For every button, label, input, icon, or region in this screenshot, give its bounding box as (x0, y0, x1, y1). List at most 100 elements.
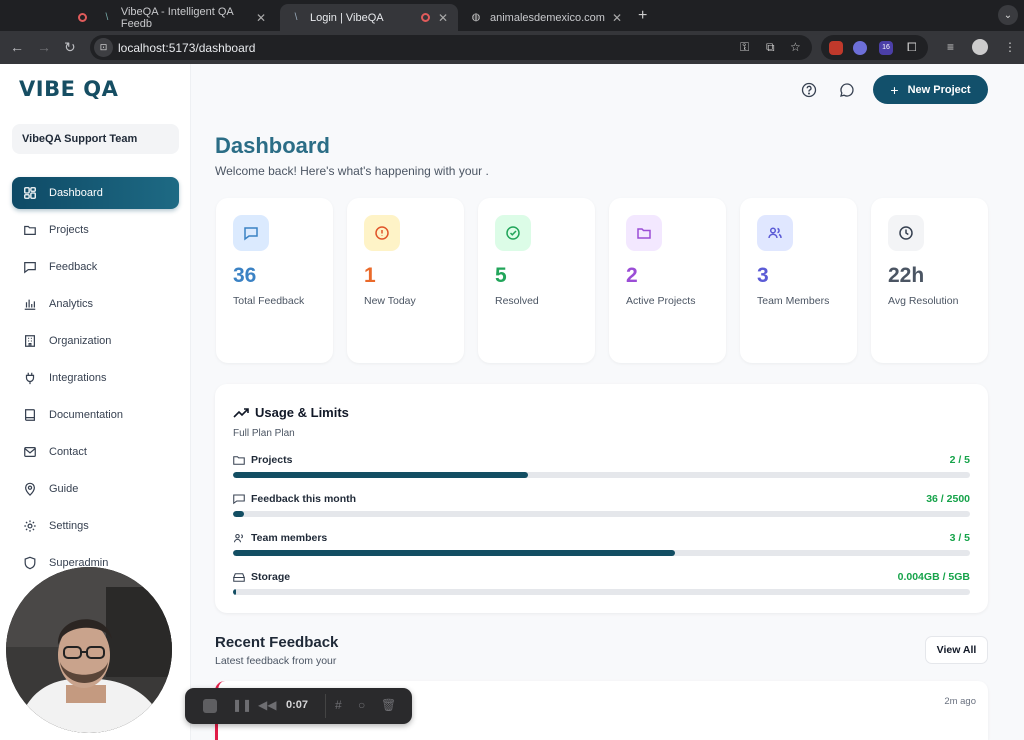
sidebar-item-projects[interactable]: Projects (12, 214, 179, 246)
team-selector[interactable]: VibeQA Support Team (12, 124, 179, 154)
trending-up-icon (233, 406, 249, 420)
new-tab-icon[interactable]: + (638, 7, 647, 25)
sidebar-item-dashboard[interactable]: Dashboard (12, 177, 179, 209)
browser-tab[interactable]: \ VibeQA - Intelligent QA Feedb ✕ (68, 4, 276, 31)
page-subtitle: Welcome back! Here's what's happening wi… (215, 164, 489, 178)
vibeqa-favicon-icon: \ (105, 12, 109, 23)
sidebar-item-label: Projects (49, 224, 89, 236)
usage-value: 3 / 5 (949, 532, 970, 544)
profile-avatar[interactable] (972, 39, 988, 55)
view-all-button[interactable]: View All (925, 636, 988, 664)
restart-icon[interactable]: ○ (358, 698, 365, 712)
close-tab-icon[interactable]: ✕ (438, 11, 448, 25)
chat-icon[interactable] (839, 82, 855, 98)
reload-icon[interactable]: ↻ (64, 39, 76, 56)
plan-name: Full Plan Plan (233, 428, 295, 439)
close-tab-icon[interactable]: ✕ (612, 11, 622, 25)
close-tab-icon[interactable]: ✕ (256, 11, 266, 25)
stop-recording-button[interactable] (203, 699, 217, 713)
tab-title: animalesdemexico.com (490, 11, 605, 24)
folder-icon (233, 455, 245, 465)
stat-card-active-projects: 2 Active Projects (609, 198, 726, 363)
site-info-icon[interactable]: ⊡ (94, 38, 113, 57)
divider (325, 694, 326, 718)
sidebar-item-integrations[interactable]: Integrations (12, 362, 179, 394)
vibeqa-logo[interactable]: VIBE QA (19, 77, 118, 101)
sidebar-item-label: Contact (49, 446, 87, 458)
usage-label: Storage (251, 571, 291, 583)
message-icon (233, 215, 269, 251)
message-icon (22, 259, 38, 275)
extension-icon[interactable] (829, 41, 843, 55)
usage-label: Team members (251, 532, 328, 544)
recent-feedback-subtitle: Latest feedback from your (215, 655, 337, 667)
browser-tab[interactable]: ◍ animalesdemexico.com ✕ (460, 4, 632, 31)
stat-card-team-members: 3 Team Members (740, 198, 857, 363)
media-control-icon[interactable]: ≡ (947, 40, 954, 54)
webcam-person-image (6, 567, 172, 733)
back-icon[interactable]: ← (10, 39, 24, 55)
puzzle-extensions-icon[interactable]: ⧠ (907, 40, 917, 55)
usage-progress-track (233, 589, 970, 595)
users-icon (757, 215, 793, 251)
hard-drive-icon (233, 572, 245, 582)
address-bar[interactable]: ⊡ localhost:5173/dashboard ⚿ ⧉ ☆ (90, 35, 812, 60)
extension-badge[interactable]: 16 (879, 41, 893, 55)
users-icon (233, 533, 243, 542)
stat-label: Team Members (757, 295, 830, 307)
usage-value: 0.004GB / 5GB (897, 571, 970, 583)
grid-icon[interactable]: # (335, 698, 342, 712)
password-key-icon[interactable]: ⚿ (740, 40, 749, 55)
stat-label: New Today (364, 295, 416, 307)
building-icon (22, 333, 38, 349)
url-text: localhost:5173/dashboard (118, 41, 256, 55)
book-icon (22, 407, 38, 423)
browser-toolbar: ← → ↻ ⊡ localhost:5173/dashboard ⚿ ⧉ ☆ 1… (0, 31, 1024, 64)
recording-time: 0:07 (286, 699, 309, 711)
stat-value: 36 (233, 264, 257, 287)
stat-card-total-feedback: 36 Total Feedback (216, 198, 333, 363)
sidebar-item-label: Guide (49, 483, 79, 495)
forward-icon[interactable]: → (37, 39, 51, 55)
stat-card-resolved: 5 Resolved (478, 198, 595, 363)
webcam-overlay[interactable] (6, 567, 172, 733)
stat-label: Avg Resolution (888, 295, 959, 307)
sidebar-item-analytics[interactable]: Analytics (12, 288, 179, 320)
browser-menu-icon[interactable]: ⋮ (1004, 40, 1016, 54)
tab-search-icon[interactable]: ⌄ (998, 5, 1018, 25)
browser-tab-active[interactable]: \ Login | VibeQA ✕ (280, 4, 458, 31)
install-app-icon[interactable]: ⧉ (766, 40, 775, 55)
sidebar-item-label: Organization (49, 335, 112, 347)
usage-label: Projects (251, 454, 293, 466)
globe-icon: ◍ (471, 12, 481, 23)
usage-limits-card: Usage & Limits Full Plan Plan Projects 2… (215, 384, 988, 613)
stat-card-avg-resolution: 22h Avg Resolution (871, 198, 988, 363)
sidebar-item-organization[interactable]: Organization (12, 325, 179, 357)
sidebar-item-feedback[interactable]: Feedback (12, 251, 179, 283)
stat-label: Resolved (495, 295, 539, 307)
stat-value: 22h (888, 264, 925, 287)
sidebar-item-label: Analytics (49, 298, 94, 310)
usage-progress-fill (233, 550, 676, 556)
trash-icon[interactable]: 🗑 (381, 698, 396, 712)
pause-icon[interactable]: ❚❚ (232, 698, 252, 712)
help-icon[interactable] (801, 82, 817, 98)
map-pin-icon (22, 481, 38, 497)
usage-progress-track (233, 550, 970, 556)
new-project-button[interactable]: + New Project (873, 75, 988, 104)
sidebar-item-contact[interactable]: Contact (12, 436, 179, 468)
extension-icon[interactable] (853, 41, 867, 55)
sidebar-item-label: Documentation (49, 409, 123, 421)
usage-progress-track (233, 472, 970, 478)
page-title: Dashboard (215, 133, 330, 158)
bookmark-star-icon[interactable]: ☆ (790, 40, 801, 54)
sidebar-item-documentation[interactable]: Documentation (12, 399, 179, 431)
extensions-group: 16 ⧠ (821, 35, 928, 60)
vibeqa-favicon-icon: \ (294, 12, 298, 23)
recording-icon (421, 13, 430, 22)
rewind-icon[interactable]: ◀◀ (258, 698, 276, 712)
sidebar-item-guide[interactable]: Guide (12, 473, 179, 505)
usage-progress-track (233, 511, 970, 517)
new-project-label: New Project (907, 83, 971, 96)
sidebar-item-settings[interactable]: Settings (12, 510, 179, 542)
